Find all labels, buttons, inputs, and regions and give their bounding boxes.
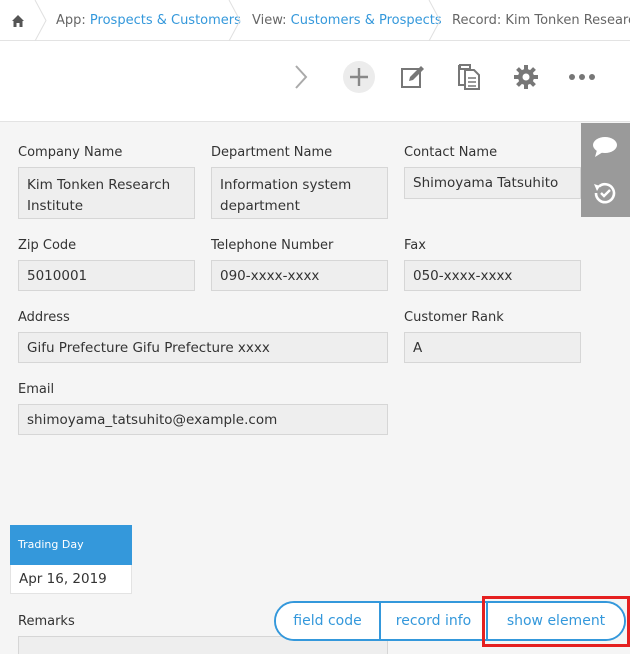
history-icon[interactable] (591, 179, 619, 207)
trading-day-label: Trading Day (10, 525, 132, 565)
department-name-value: Information system department (211, 167, 388, 219)
more-icon[interactable] (564, 59, 600, 95)
department-name-label: Department Name (211, 145, 333, 160)
telephone-label: Telephone Number (211, 238, 334, 253)
record-info-button[interactable]: record info (381, 603, 486, 639)
chevron-right-icon[interactable] (283, 59, 319, 95)
trading-day-value: Apr 16, 2019 (10, 565, 132, 594)
address-value: Gifu Prefecture Gifu Prefecture xxxx (18, 332, 388, 363)
customer-rank-label: Customer Rank (404, 310, 504, 325)
telephone-value: 090-xxxx-xxxx (211, 260, 388, 291)
contact-name-label: Contact Name (404, 145, 498, 160)
breadcrumb-separator-icon (228, 0, 241, 41)
comment-icon[interactable] (591, 133, 619, 161)
breadcrumb-view-link[interactable]: Customers & Prospects (291, 13, 442, 28)
breadcrumb-app-link[interactable]: Prospects & Customers (90, 13, 241, 28)
gear-icon[interactable] (508, 59, 544, 95)
fax-value: 050-xxxx-xxxx (404, 260, 581, 291)
company-name-label: Company Name (18, 145, 123, 160)
zip-code-label: Zip Code (18, 238, 77, 253)
side-panel (581, 123, 630, 217)
email-value: shimoyama_tatsuhito@example.com (18, 404, 388, 435)
copy-icon[interactable] (451, 59, 487, 95)
customer-rank-value: A (404, 332, 581, 363)
breadcrumb-view: View: Customers & Prospects (252, 13, 442, 28)
field-code-button[interactable]: field code (276, 603, 379, 639)
home-icon[interactable] (0, 0, 36, 41)
remarks-label: Remarks (18, 614, 75, 629)
highlight-box (482, 596, 630, 647)
zip-code-value: 5010001 (18, 260, 195, 291)
edit-icon[interactable] (395, 59, 431, 95)
breadcrumb-separator-icon (428, 0, 441, 41)
breadcrumb-record: Record: Kim Tonken Research In (452, 13, 630, 28)
breadcrumb: App: Prospects & Customers View: Custome… (0, 0, 630, 41)
company-name-value: Kim Tonken Research Institute (18, 167, 195, 219)
email-label: Email (18, 382, 55, 397)
plus-icon[interactable] (341, 59, 377, 95)
breadcrumb-separator-icon (34, 0, 47, 41)
breadcrumb-app: App: Prospects & Customers (56, 13, 241, 28)
address-label: Address (18, 310, 70, 325)
contact-name-value: Shimoyama Tatsuhito (404, 167, 581, 199)
fax-label: Fax (404, 238, 426, 253)
record-toolbar (0, 41, 630, 122)
